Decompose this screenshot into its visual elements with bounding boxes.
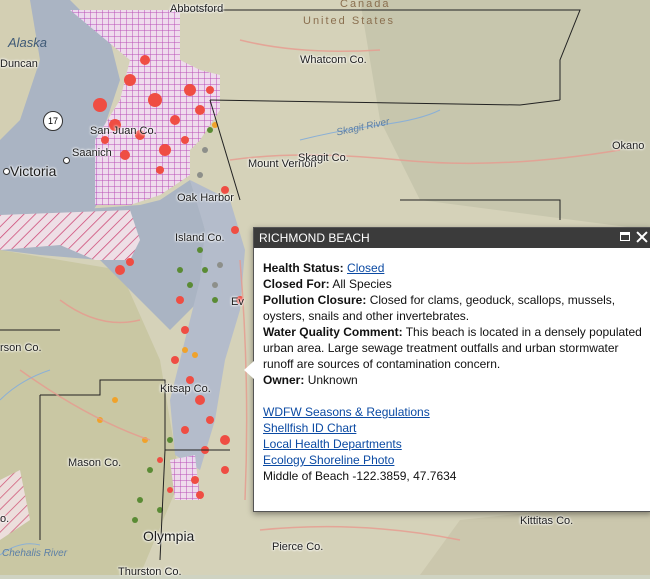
- water-quality-label: Water Quality Comment:: [263, 325, 403, 339]
- closed-for-row: Closed For: All Species: [263, 276, 643, 292]
- label-chehalis-river: Chehalis River: [2, 548, 68, 559]
- shellfish-id-chart-link[interactable]: Shellfish ID Chart: [263, 421, 356, 435]
- label-san-juan-co: San Juan Co.: [90, 125, 157, 137]
- beach-info-popup: RICHMOND BEACH Health Status: Closed Clo…: [244, 227, 650, 512]
- popup-pointer: [244, 361, 254, 379]
- label-olympia: Olympia: [143, 528, 195, 544]
- label-kittitas-co: Kittitas Co.: [520, 515, 574, 527]
- closed-for-value: All Species: [332, 277, 392, 291]
- owner-value: Unknown: [307, 373, 358, 387]
- label-jefferson-co: rson Co.: [0, 342, 42, 354]
- beach-coordinates: Middle of Beach -122.3859, 47.7634: [263, 469, 457, 483]
- popup-header: RICHMOND BEACH: [254, 228, 650, 248]
- water-quality-row: Water Quality Comment: This beach is loc…: [263, 324, 643, 372]
- maximize-icon[interactable]: [620, 232, 630, 241]
- wdfw-regulations-link[interactable]: WDFW Seasons & Regulations: [263, 405, 430, 419]
- health-status-link[interactable]: Closed: [347, 261, 384, 275]
- popup-body: Health Status: Closed Closed For: All Sp…: [254, 248, 650, 484]
- popup-title: RICHMOND BEACH: [259, 231, 370, 245]
- ecology-shoreline-photo-link[interactable]: Ecology Shoreline Photo: [263, 453, 394, 467]
- label-victoria: Victoria: [10, 163, 57, 179]
- closed-for-label: Closed For:: [263, 277, 330, 291]
- label-canada: Canada: [340, 0, 391, 10]
- pollution-closure-row: Pollution Closure: Closed for clams, geo…: [263, 292, 643, 324]
- label-alaska: Alaska: [8, 35, 48, 50]
- city-dot: [63, 157, 70, 164]
- close-icon[interactable]: [636, 231, 648, 243]
- owner-label: Owner:: [263, 373, 305, 387]
- label-everett: Ev: [231, 296, 244, 308]
- label-saanich: Saanich: [72, 147, 112, 159]
- label-abbotsford: Abbotsford: [170, 3, 224, 15]
- label-whatcom-co: Whatcom Co.: [300, 54, 367, 66]
- label-united-states: United States: [303, 15, 396, 27]
- label-pierce-co: Pierce Co.: [272, 541, 324, 553]
- label-kitsap-co: Kitsap Co.: [160, 383, 211, 395]
- label-thurston-co: Thurston Co.: [118, 566, 182, 578]
- label-oak-harbor: Oak Harbor: [177, 192, 234, 204]
- label-okanogan: Okano: [612, 140, 645, 152]
- city-dot: [3, 168, 10, 175]
- health-status-row: Health Status: Closed: [263, 260, 643, 276]
- local-health-departments-link[interactable]: Local Health Departments: [263, 437, 402, 451]
- owner-row: Owner: Unknown: [263, 372, 643, 388]
- highway-17-shield: 17: [43, 111, 63, 131]
- health-status-label: Health Status:: [263, 261, 344, 275]
- label-island-co: Island Co.: [175, 232, 225, 244]
- label-mason-co: Mason Co.: [68, 457, 122, 469]
- label-skagit-co: Skagit Co.: [298, 152, 349, 164]
- label-grays-harbor-co: o.: [0, 513, 10, 525]
- label-duncan: Duncan: [0, 58, 38, 70]
- pollution-closure-label: Pollution Closure:: [263, 293, 367, 307]
